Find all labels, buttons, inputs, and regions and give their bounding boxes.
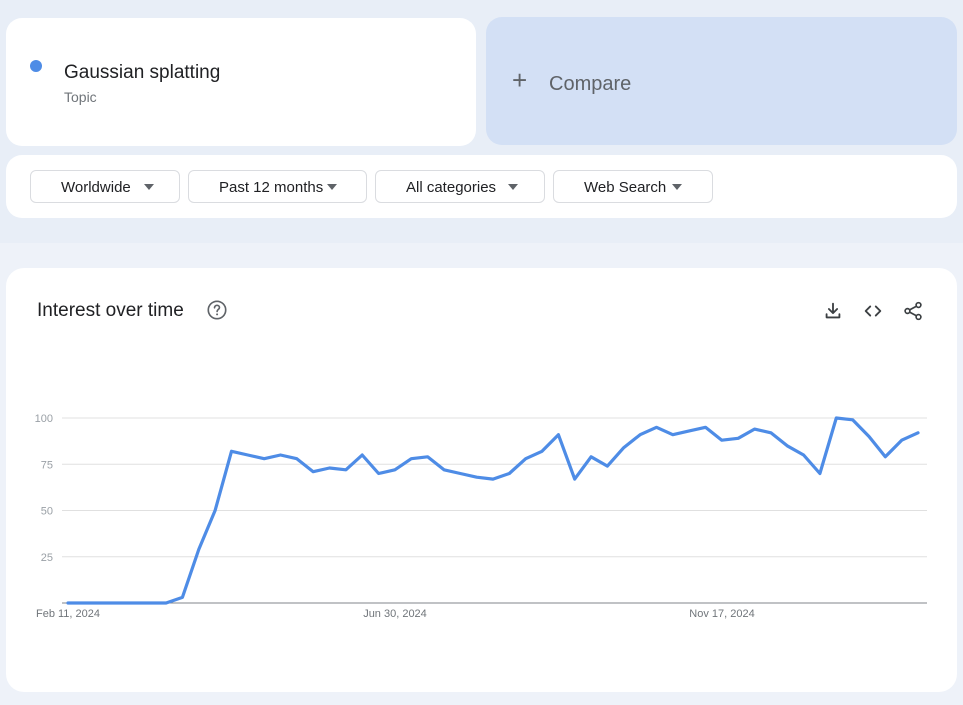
plus-icon: + [512,65,528,95]
search-term-card[interactable]: Gaussian splatting Topic [6,18,476,146]
caret-down-icon [327,184,337,190]
region-dropdown[interactable]: Worldwide [30,170,180,203]
caret-down-icon [508,184,518,190]
filter-bar: Worldwide Past 12 months All categories … [6,155,957,218]
time-range-label: Past 12 months [219,179,324,196]
term-color-dot [30,60,42,72]
interest-line-chart: 100 75 50 25 Feb 11, 2024 Jun 30, 2024 Nov 17,… [35,413,927,620]
x-tick-label: Jun 30, 2024 [363,608,427,620]
x-tick-label: Feb 11, 2024 [36,608,100,620]
x-tick-label: Nov 17, 2024 [689,608,754,620]
y-tick-label: 50 [41,506,53,518]
time-range-dropdown[interactable]: Past 12 months [188,170,367,203]
region-label: Worldwide [61,179,131,196]
y-tick-label: 100 [35,413,53,425]
search-property-label: Web Search [584,179,667,196]
search-property-dropdown[interactable]: Web Search [553,170,713,203]
compare-button[interactable]: + Compare [486,17,957,145]
term-name[interactable]: Gaussian splatting [64,62,220,84]
category-dropdown[interactable]: All categories [375,170,545,203]
compare-label: Compare [549,73,632,95]
y-tick-label: 25 [41,552,53,564]
term-type: Topic [64,89,97,105]
y-tick-label: 75 [41,459,53,471]
caret-down-icon [144,184,154,190]
category-label: All categories [406,179,497,196]
interest-over-time-card: Interest over time 100 75 50 25 Feb 11, 2024… [6,268,957,692]
caret-down-icon [672,184,682,190]
